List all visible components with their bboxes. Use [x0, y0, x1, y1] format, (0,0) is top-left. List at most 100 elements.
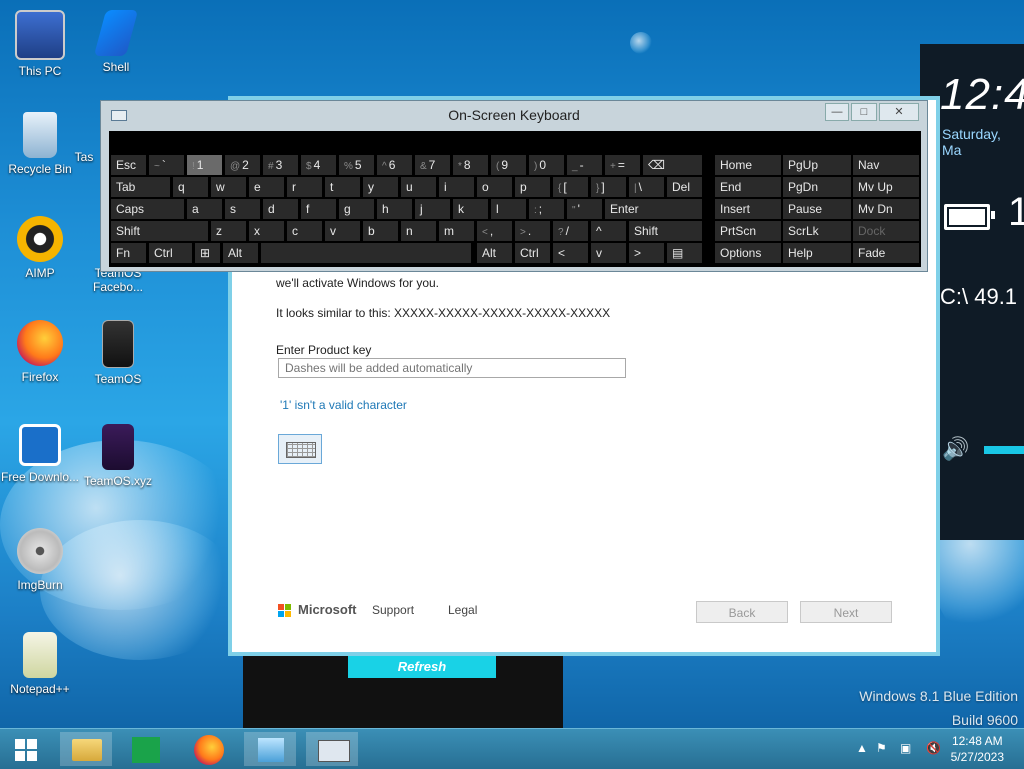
desktop-icon-teamos-xyz[interactable]: TeamOS.xyz [78, 424, 158, 488]
desktop-icon-shell[interactable]: Shell [76, 10, 156, 74]
action-center-flag-icon[interactable]: ⚑ [876, 741, 887, 755]
osk-key[interactable]: t [325, 177, 360, 197]
osk-space-key[interactable] [261, 243, 471, 263]
osk-key[interactable]: ⌫ [643, 155, 702, 175]
taskbar-downloads[interactable] [244, 732, 296, 766]
osk-key[interactable]: i [439, 177, 474, 197]
osk-key[interactable]: Tab [111, 177, 170, 197]
osk-key[interactable]: | \ [629, 177, 664, 197]
osk-key[interactable]: ^ 6 [377, 155, 412, 175]
volume-muted-icon[interactable]: 🔇 [926, 741, 941, 755]
maximize-button[interactable]: □ [851, 103, 877, 121]
taskbar-firefox[interactable] [182, 732, 234, 766]
show-hidden-icons-icon[interactable]: ▲ [856, 741, 868, 755]
osk-key[interactable]: y [363, 177, 398, 197]
osk-key[interactable]: v [325, 221, 360, 241]
close-button[interactable]: ✕ [879, 103, 919, 121]
osk-key[interactable]: $4 [301, 155, 336, 175]
desktop-icon-teamos[interactable]: TeamOS [78, 320, 158, 386]
desktop-icon-imgburn[interactable]: ImgBurn [0, 528, 80, 592]
desktop-icon-free-download[interactable]: Free Downlo... [0, 424, 80, 484]
osk-key[interactable]: ⊞ [195, 243, 220, 263]
osk-key[interactable]: ~ ` [149, 155, 184, 175]
minimize-button[interactable]: — [825, 103, 849, 121]
osk-key[interactable]: @2 [225, 155, 260, 175]
osk-key[interactable]: b [363, 221, 398, 241]
osk-key[interactable]: c [287, 221, 322, 241]
osk-key[interactable]: > [629, 243, 664, 263]
osk-key[interactable]: ? / [553, 221, 588, 241]
osk-key[interactable]: e [249, 177, 284, 197]
osk-key[interactable]: }] [591, 177, 626, 197]
osk-nav-key[interactable]: ScrLk [783, 221, 851, 241]
taskbar-store[interactable] [120, 732, 172, 766]
support-link[interactable]: Support [372, 603, 414, 617]
osk-key[interactable]: Ctrl [149, 243, 192, 263]
desktop-icon-notepadpp[interactable]: Notepad++ [0, 632, 80, 696]
osk-nav-key[interactable]: PgDn [783, 177, 851, 197]
osk-key[interactable]: Caps [111, 199, 184, 219]
osk-key[interactable]: * 8 [453, 155, 488, 175]
osk-key[interactable]: q [173, 177, 208, 197]
refresh-button[interactable]: Refresh [348, 656, 496, 678]
start-button[interactable] [15, 739, 37, 761]
osk-key[interactable]: r [287, 177, 322, 197]
osk-key[interactable]: Fn [111, 243, 146, 263]
desktop-icon-recycle-bin[interactable]: Recycle Bin [0, 112, 80, 176]
osk-key[interactable]: o [477, 177, 512, 197]
osk-key[interactable]: d [263, 199, 298, 219]
osk-key[interactable]: ▤ [667, 243, 702, 263]
osk-key[interactable]: g [339, 199, 374, 219]
osk-nav-key[interactable]: Dock [853, 221, 919, 241]
osk-key[interactable]: n [401, 221, 436, 241]
osk-key[interactable]: p [515, 177, 550, 197]
touch-keyboard-button[interactable] [278, 434, 322, 464]
osk-nav-key[interactable]: Home [715, 155, 781, 175]
osk-key[interactable]: a [187, 199, 222, 219]
osk-key[interactable]: Shift [111, 221, 208, 241]
osk-key[interactable]: s [225, 199, 260, 219]
desktop-icon-firefox[interactable]: Firefox [0, 320, 80, 384]
osk-key[interactable]: Enter [605, 199, 702, 219]
osk-key[interactable]: v [591, 243, 626, 263]
osk-nav-key[interactable]: Mv Up [853, 177, 919, 197]
osk-key[interactable]: (9 [491, 155, 526, 175]
osk-key[interactable]: < [553, 243, 588, 263]
osk-key[interactable]: z [211, 221, 246, 241]
osk-key[interactable]: ! 1 [187, 155, 222, 175]
osk-key[interactable]: Alt [477, 243, 512, 263]
next-button[interactable]: Next [800, 601, 892, 623]
osk-key[interactable]: ^ [591, 221, 626, 241]
osk-nav-key[interactable]: PgUp [783, 155, 851, 175]
desktop-icon-aimp[interactable]: AIMP [0, 216, 80, 280]
back-button[interactable]: Back [696, 601, 788, 623]
osk-nav-key[interactable]: Mv Dn [853, 199, 919, 219]
osk-nav-key[interactable]: Nav [853, 155, 919, 175]
osk-key[interactable]: ) 0 [529, 155, 564, 175]
osk-key[interactable]: + = [605, 155, 640, 175]
osk-key[interactable]: {[ [553, 177, 588, 197]
osk-key[interactable]: Ctrl [515, 243, 550, 263]
taskbar-on-screen-keyboard[interactable] [306, 732, 358, 766]
desktop-icon-task[interactable]: Tas [64, 150, 104, 164]
osk-nav-key[interactable]: Pause [783, 199, 851, 219]
osk-key[interactable]: :; [529, 199, 564, 219]
osk-key[interactable]: >. [515, 221, 550, 241]
osk-key[interactable]: " ' [567, 199, 602, 219]
osk-nav-key[interactable]: Options [715, 243, 781, 263]
osk-nav-key[interactable]: Fade [853, 243, 919, 263]
osk-key[interactable]: f [301, 199, 336, 219]
osk-key[interactable]: j [415, 199, 450, 219]
product-key-input[interactable] [278, 358, 626, 378]
osk-key[interactable]: u [401, 177, 436, 197]
osk-key[interactable]: Esc [111, 155, 146, 175]
osk-key[interactable]: _ - [567, 155, 602, 175]
osk-key[interactable]: l [491, 199, 526, 219]
osk-key[interactable]: #3 [263, 155, 298, 175]
osk-key[interactable]: Shift [629, 221, 702, 241]
osk-nav-key[interactable]: Help [783, 243, 851, 263]
osk-nav-key[interactable]: End [715, 177, 781, 197]
osk-key[interactable]: % 5 [339, 155, 374, 175]
legal-link[interactable]: Legal [448, 603, 477, 617]
osk-key[interactable]: <, [477, 221, 512, 241]
